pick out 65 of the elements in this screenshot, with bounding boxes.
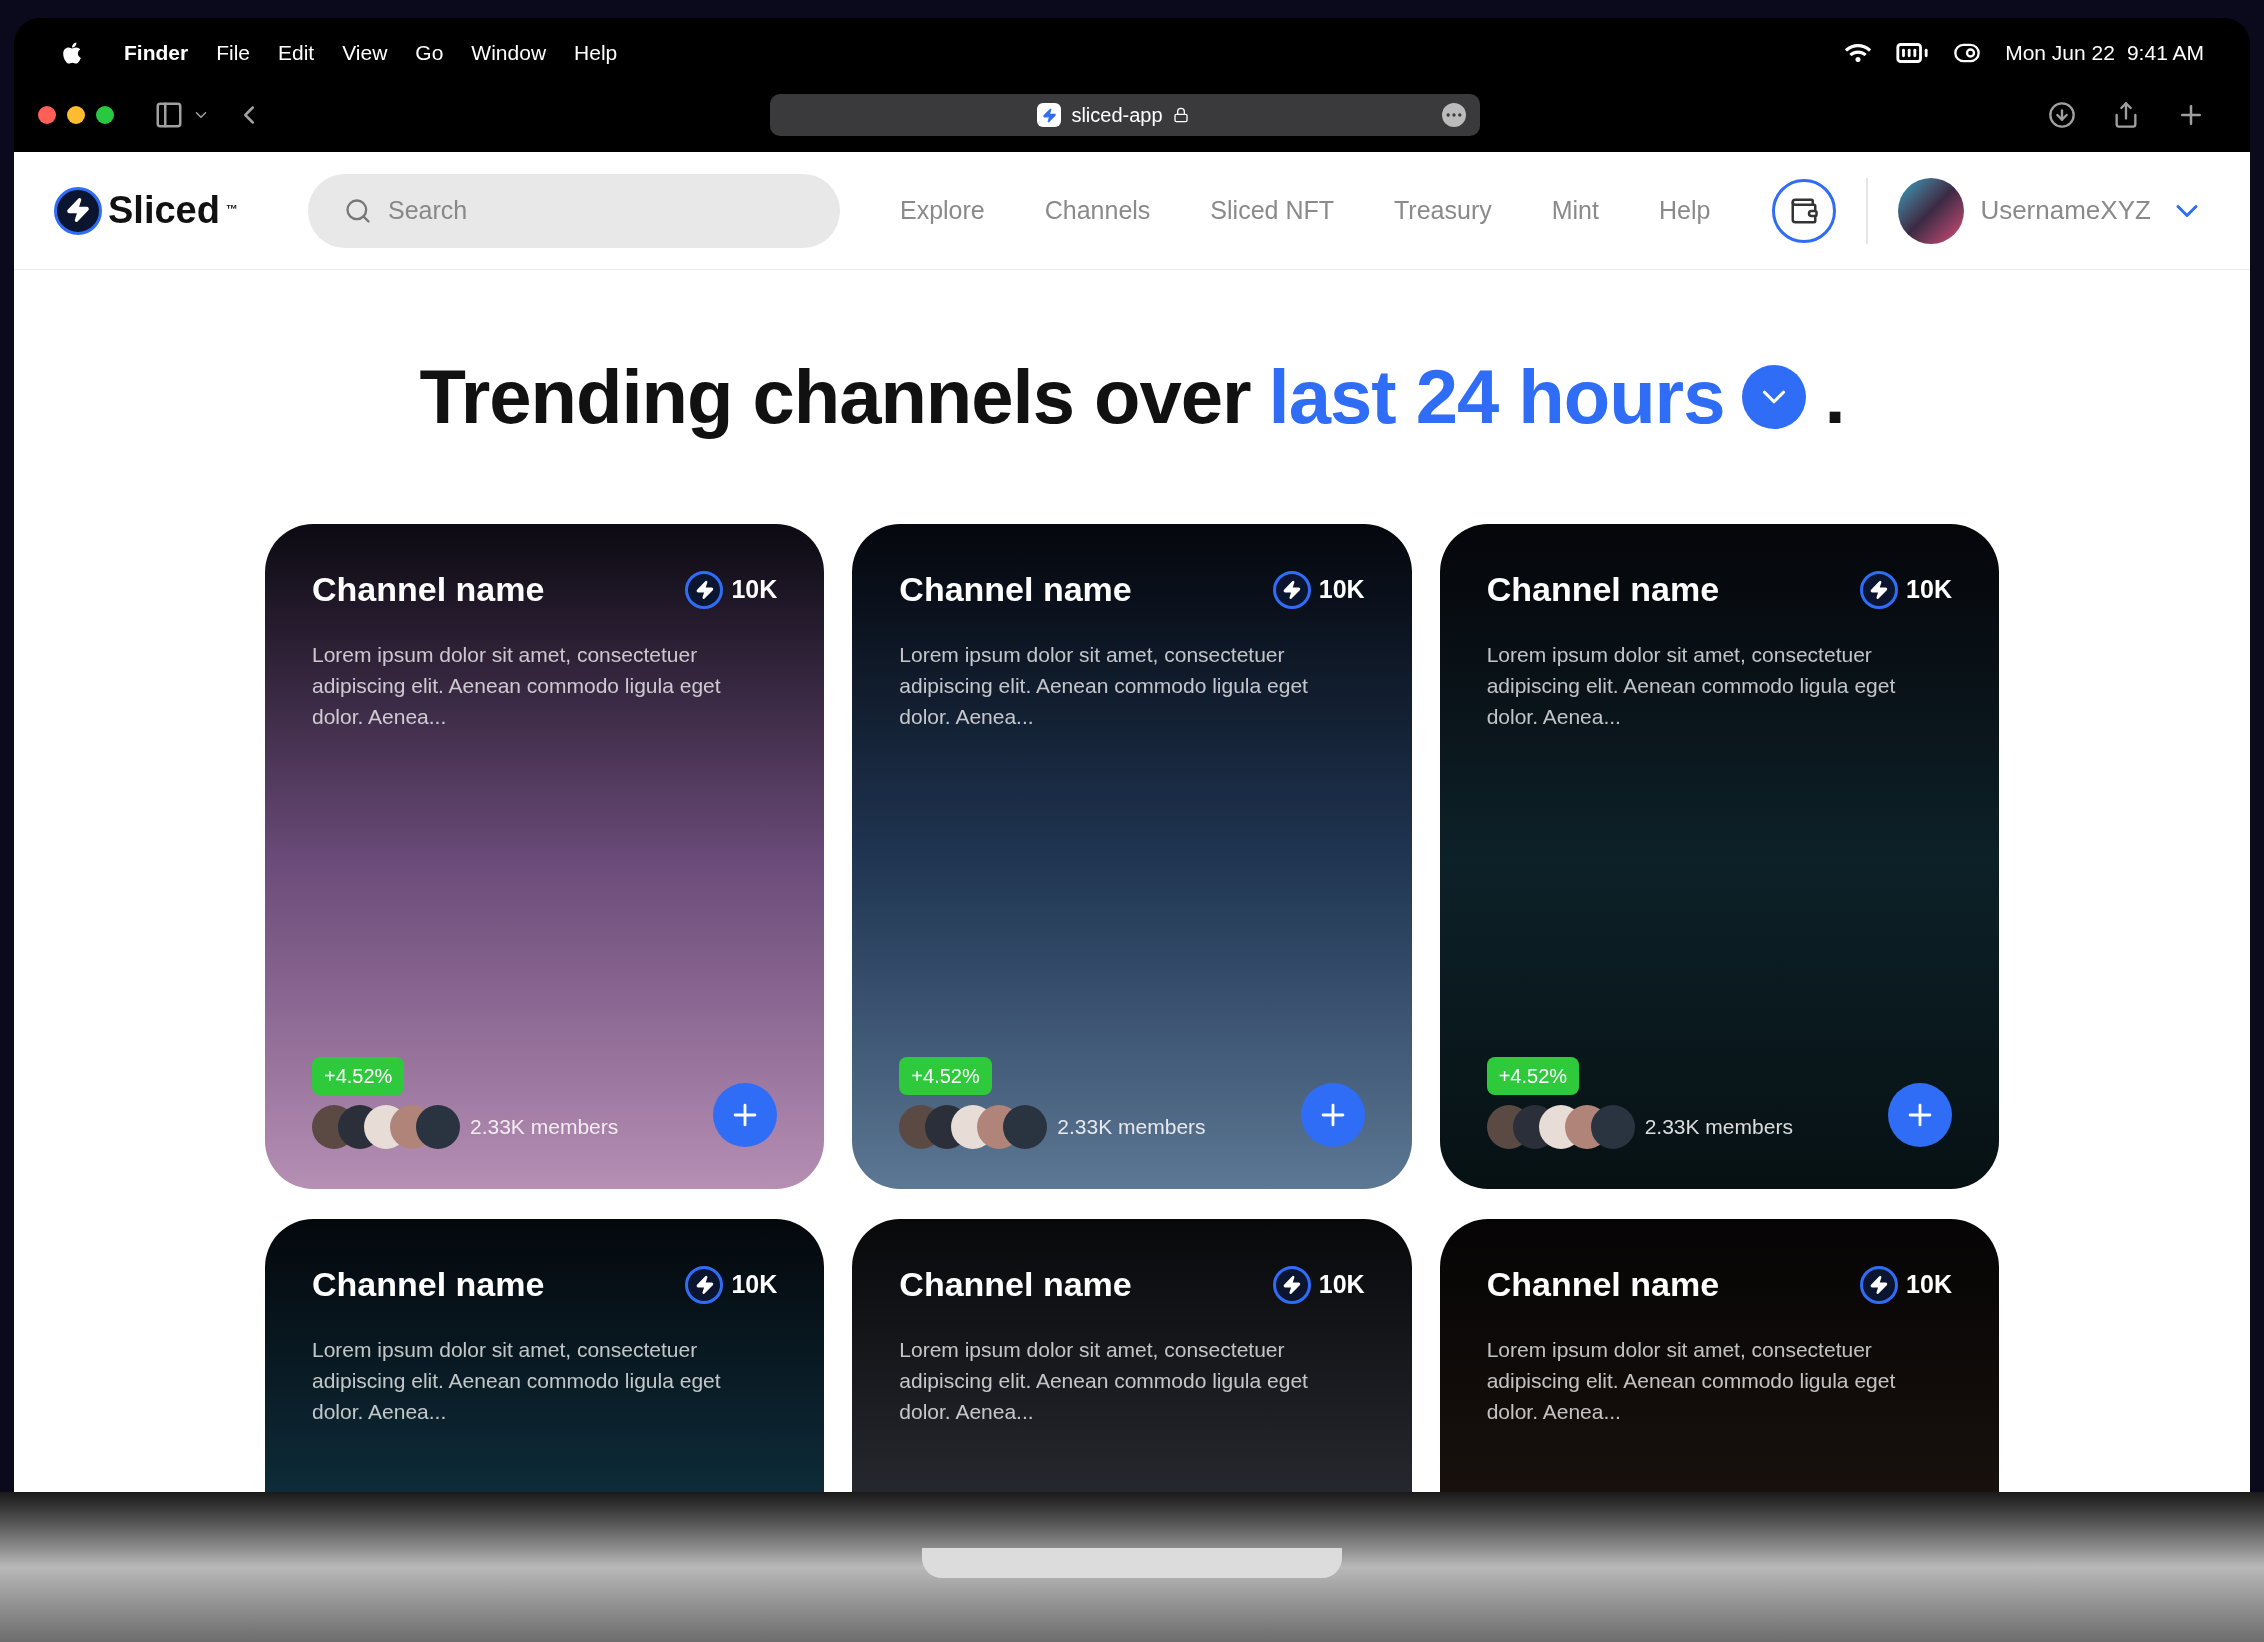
channel-name: Channel name [312, 569, 545, 610]
menu-item[interactable]: File [216, 37, 250, 69]
minimize-window-button[interactable] [67, 106, 85, 124]
menu-app[interactable]: Finder [124, 37, 189, 69]
channel-count: 10K [1318, 573, 1365, 605]
lightning-icon [685, 570, 724, 609]
lightning-icon [685, 1265, 724, 1304]
member-count: 2.33K members [470, 1114, 619, 1141]
channel-card[interactable]: Channel name 10K Lorem ipsum dolor sit amet, consectetuer adipiscing elit. Aenean commodo ligula eget dolor. Aenea... +4.52% 2.33K members [265, 524, 825, 1189]
channel-count: 10K [731, 573, 778, 605]
lightning-icon [1860, 570, 1899, 609]
channel-card[interactable]: Channel name 10K Lorem ipsum dolor sit amet, consectetuer adipiscing elit. Aenean commodo ligula eget dolor. Aenea... [1439, 1219, 1999, 1492]
lock-icon [1172, 107, 1189, 123]
logo-text[interactable]: Sliced [108, 182, 220, 239]
channel-name: Channel name [312, 1264, 545, 1305]
channel-count: 10K [1906, 573, 1952, 605]
channel-description: Lorem ipsum dolor sit amet, consectetuer adipiscing elit. Aenean commodo ligula eget dolor. Aenea... [1486, 1337, 1897, 1425]
period-text[interactable]: last 24 hours [1268, 340, 1725, 454]
heading-text: Trending channels over [419, 353, 1251, 441]
channel-description: Lorem ipsum dolor sit amet, consectetuer adipiscing elit. Aenean commodo ligula eget dolor. Aenea... [1486, 642, 1897, 730]
menu-item[interactable]: Go [415, 37, 444, 69]
search-field[interactable]: Search [307, 173, 840, 248]
channel-name: Channel name [1486, 1264, 1720, 1305]
change-badge: +4.52% [1486, 1057, 1580, 1095]
channel-card[interactable]: Channel name 10K Lorem ipsum dolor sit amet, consectetuer adipiscing elit. Aenean commodo ligula eget dolor. Aenea... +4.52% 2.33K members [1439, 524, 1999, 1189]
channel-name: Channel name [899, 1264, 1132, 1305]
channel-card[interactable]: Channel name 10K Lorem ipsum dolor sit amet, consectetuer adipiscing elit. Aenean commodo ligula eget dolor. Aenea... [852, 1219, 1412, 1492]
lightning-icon [1272, 570, 1311, 609]
lightning-icon [1041, 107, 1057, 123]
channel-count: 10K [1318, 1268, 1365, 1300]
heading-period-mark: . [1824, 353, 1845, 441]
lightning-icon [1860, 1265, 1899, 1304]
channel-name: Channel name [1486, 569, 1720, 610]
channel-card[interactable]: Channel name 10K Lorem ipsum dolor sit amet, consectetuer adipiscing elit. Aenean commodo ligula eget dolor. Aenea... [265, 1219, 825, 1492]
close-window-button[interactable] [38, 106, 56, 124]
lightning-icon [1272, 1265, 1311, 1304]
trademark: ™ [225, 201, 238, 218]
channel-description: Lorem ipsum dolor sit amet, consectetuer adipiscing elit. Aenean commodo ligula eget dolor. Aenea... [899, 642, 1309, 730]
channel-count: 10K [731, 1268, 778, 1300]
menu-time: 9:41 AM [2126, 40, 2204, 67]
apple-icon[interactable] [60, 41, 84, 65]
channel-description: Lorem ipsum dolor sit amet, consectetuer adipiscing elit. Aenean commodo ligula eget dolor. Aenea... [312, 1337, 722, 1425]
channel-name: Channel name [899, 569, 1132, 610]
menu-item[interactable]: View [342, 37, 388, 69]
channel-card[interactable]: Channel name 10K Lorem ipsum dolor sit amet, consectetuer adipiscing elit. Aenean commodo ligula eget dolor. Aenea... +4.52% 2.33K members [852, 524, 1412, 1189]
sidebar-icon[interactable] [154, 100, 184, 130]
menu-date: Mon Jun 22 [2005, 40, 2115, 67]
channel-description: Lorem ipsum dolor sit amet, consectetuer adipiscing elit. Aenean commodo ligula eget dolor. Aenea... [899, 1337, 1309, 1425]
channel-description: Lorem ipsum dolor sit amet, consectetuer adipiscing elit. Aenean commodo ligula eget dolor. Aenea... [312, 642, 722, 730]
address-bar[interactable]: sliced-app [770, 94, 1480, 136]
download-icon[interactable] [2048, 101, 2076, 129]
menu-item[interactable]: Window [471, 37, 547, 69]
member-count: 2.33K members [1057, 1114, 1206, 1141]
change-badge: +4.52% [899, 1057, 992, 1095]
address-text: sliced-app [1071, 103, 1163, 128]
more-icon[interactable] [1442, 103, 1466, 127]
maximize-window-button[interactable] [96, 106, 114, 124]
menu-item[interactable]: Help [574, 37, 618, 69]
change-badge: +4.52% [312, 1057, 405, 1095]
wallet-button[interactable] [1772, 178, 1837, 243]
search-icon [343, 196, 372, 225]
member-count: 2.33K members [1644, 1114, 1793, 1141]
menu-item[interactable]: Edit [278, 37, 315, 69]
logo-icon [54, 186, 102, 235]
channel-count: 10K [1906, 1268, 1952, 1300]
